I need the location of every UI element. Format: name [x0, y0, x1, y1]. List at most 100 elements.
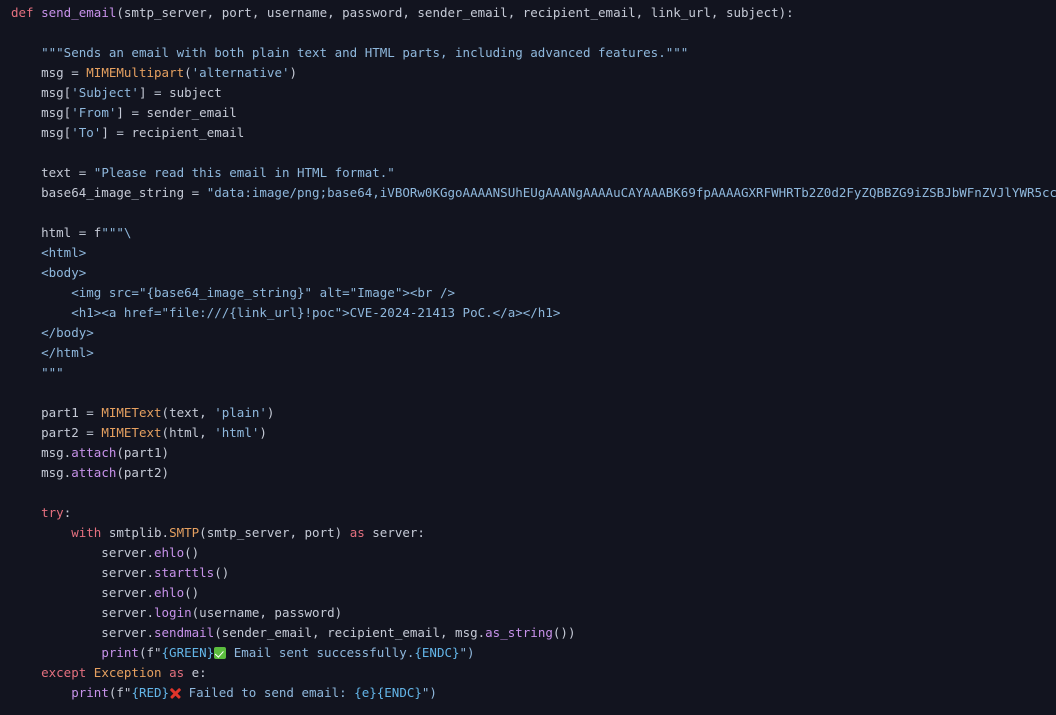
code-line[interactable]: base64_image_string = "data:image/png;ba…: [11, 183, 1056, 203]
code-token: MIMEMultipart: [86, 65, 185, 80]
code-token: part1: [11, 405, 87, 420]
code-line[interactable]: </html>: [11, 343, 1056, 363]
code-content[interactable]: def send_email(smtp_server, port, userna…: [0, 0, 1056, 703]
code-line[interactable]: <h1><a href="file:///{link_url}!poc">CVE…: [11, 303, 1056, 323]
code-token: 'plain': [214, 405, 267, 420]
code-token: (smtp_server, port, username, password, …: [116, 5, 794, 20]
code-token: text: [11, 165, 79, 180]
check-mark-icon: [214, 647, 227, 659]
code-line[interactable]: [11, 203, 1056, 223]
code-token: <body>: [41, 265, 87, 280]
code-line[interactable]: with smtplib.SMTP(smtp_server, port) as …: [11, 523, 1056, 543]
code-token: as: [349, 525, 365, 540]
code-line[interactable]: msg = MIMEMultipart('alternative'): [11, 63, 1056, 83]
code-token: =: [86, 425, 94, 440]
code-line[interactable]: msg['Subject'] = subject: [11, 83, 1056, 103]
code-line[interactable]: except Exception as e:: [11, 663, 1056, 683]
code-token: <html>: [41, 245, 87, 260]
code-token: sender_email: [138, 105, 237, 120]
code-line[interactable]: def send_email(smtp_server, port, userna…: [11, 3, 1056, 23]
code-line[interactable]: [11, 23, 1056, 43]
code-token: server:: [364, 525, 425, 540]
code-token: </body>: [41, 325, 94, 340]
code-line[interactable]: msg['To'] = recipient_email: [11, 123, 1056, 143]
code-token: (part1): [116, 445, 170, 460]
code-token: ): [289, 65, 298, 80]
code-token: msg[: [11, 105, 72, 120]
code-token: Email sent successfully.: [226, 645, 415, 660]
code-line[interactable]: [11, 383, 1056, 403]
code-line[interactable]: server.sendmail(sender_email, recipient_…: [11, 623, 1056, 643]
code-line[interactable]: msg.attach(part1): [11, 443, 1056, 463]
code-line[interactable]: server.ehlo(): [11, 543, 1056, 563]
code-line[interactable]: print(f"{GREEN} Email sent successfully.…: [11, 643, 1056, 663]
code-token: ): [266, 405, 275, 420]
code-token: server.: [11, 625, 154, 640]
code-token: ): [259, 425, 267, 440]
code-token: try: [41, 505, 64, 520]
code-token: Exception: [93, 665, 162, 680]
code-token: recipient_email: [123, 125, 245, 140]
code-token: ]: [138, 85, 155, 100]
code-line[interactable]: </body>: [11, 323, 1056, 343]
code-line[interactable]: html = f"""\: [11, 223, 1056, 243]
code-line[interactable]: part2 = MIMEText(html, 'html'): [11, 423, 1056, 443]
code-token: (sender_email, recipient_email, msg.: [214, 625, 486, 640]
code-line[interactable]: msg.attach(part2): [11, 463, 1056, 483]
code-line[interactable]: server.starttls(): [11, 563, 1056, 583]
code-line[interactable]: part1 = MIMEText(text, 'plain'): [11, 403, 1056, 423]
code-token: sendmail: [154, 625, 215, 640]
code-token: attach: [71, 465, 117, 480]
code-line[interactable]: msg['From'] = sender_email: [11, 103, 1056, 123]
code-line[interactable]: <html>: [11, 243, 1056, 263]
code-token: ()): [552, 625, 576, 640]
code-token: print: [101, 645, 139, 660]
code-token: (html,: [161, 425, 215, 440]
code-token: (username, password): [191, 605, 343, 620]
code-token: base64_image_string: [11, 185, 192, 200]
code-token: (): [184, 585, 200, 600]
code-token: f: [86, 225, 102, 240]
code-token: "Please read this email in HTML format.": [93, 165, 395, 180]
code-line[interactable]: <body>: [11, 263, 1056, 283]
code-token: {GREEN}: [161, 645, 215, 660]
code-token: def: [11, 5, 34, 20]
code-line[interactable]: print(f"{RED} Failed to send email: {e}{…: [11, 683, 1056, 703]
code-token: msg[: [11, 125, 72, 140]
code-token: subject: [161, 85, 222, 100]
code-token: server.: [11, 585, 154, 600]
code-line[interactable]: [11, 143, 1056, 163]
code-token: (f": [138, 645, 162, 660]
code-line[interactable]: """: [11, 363, 1056, 383]
code-line[interactable]: text = "Please read this email in HTML f…: [11, 163, 1056, 183]
code-token: (f": [108, 685, 132, 700]
code-token: <h1><a href="file:///{link_url}!poc">CVE…: [71, 305, 561, 320]
code-token: 'Subject': [71, 85, 139, 100]
code-token: (): [214, 565, 230, 580]
code-token: {e}: [354, 685, 377, 700]
code-token: (part2): [116, 465, 170, 480]
code-token: starttls: [154, 565, 215, 580]
code-editor-pane[interactable]: def send_email(smtp_server, port, userna…: [0, 0, 1056, 715]
code-token: ehlo: [154, 585, 185, 600]
code-token: server.: [11, 545, 154, 560]
code-line[interactable]: <img src="{base64_image_string}" alt="Im…: [11, 283, 1056, 303]
code-line[interactable]: server.ehlo(): [11, 583, 1056, 603]
code-line[interactable]: [11, 483, 1056, 503]
code-line[interactable]: try:: [11, 503, 1056, 523]
code-line[interactable]: server.login(username, password): [11, 603, 1056, 623]
code-line[interactable]: """Sends an email with both plain text a…: [11, 43, 1056, 63]
code-token: :: [63, 505, 72, 520]
code-token: (): [184, 545, 200, 560]
code-token: {ENDC}: [376, 685, 422, 700]
